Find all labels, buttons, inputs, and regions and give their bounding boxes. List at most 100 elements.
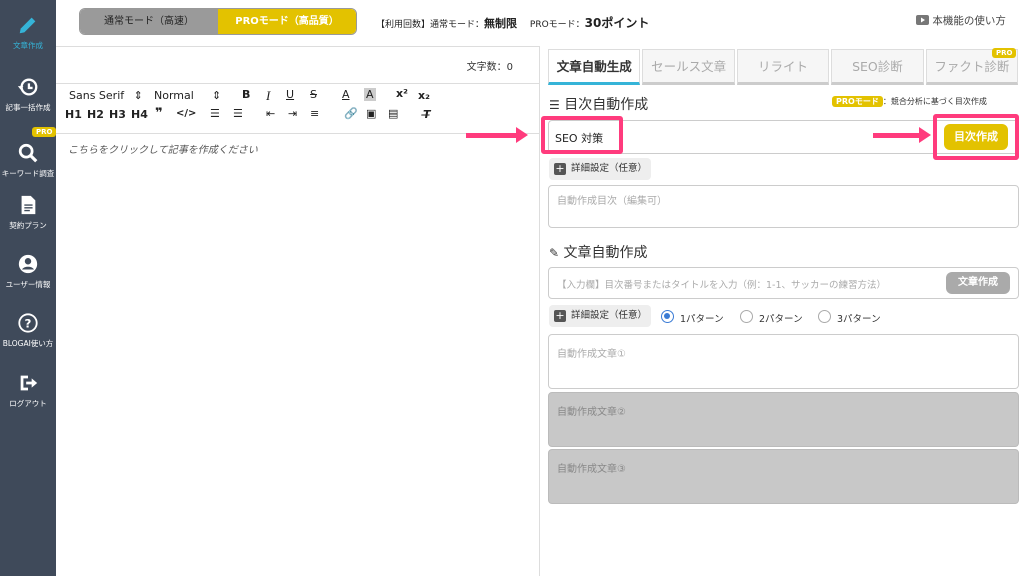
arrow-annotation [466, 127, 528, 143]
pattern-1-label: 1パターン [680, 314, 724, 325]
tab-bar: 文章自動生成 セールス文章 リライト SEO診断 ファクト診断 [548, 49, 1019, 85]
text-color-icon[interactable]: A [342, 88, 350, 101]
sidebar-item-label: ユーザー情報 [5, 280, 51, 289]
article-detail-settings-button[interactable]: + 詳細設定（任意） [549, 305, 651, 327]
pattern-1-radio[interactable] [661, 310, 674, 323]
sidebar-item-logout[interactable]: ログアウト [0, 372, 56, 409]
howto-link[interactable]: 本機能の使い方 [916, 13, 1006, 28]
sidebar-item-label: 文章作成 [13, 41, 43, 50]
toc-output-placeholder: 自動作成目次（編集可） [557, 196, 667, 207]
sidebar: 文章作成 記事一括作成 PRO キーワード調査 契約プラン ユーザー情報 ? B… [0, 0, 57, 576]
indent-icon[interactable]: ⇥ [288, 107, 297, 120]
link-icon[interactable]: 🔗 [344, 107, 358, 120]
toc-title-text: 目次自動作成 [564, 97, 649, 113]
h2-button[interactable]: H2 [87, 108, 104, 121]
usage-normal-value: 無制限 [484, 17, 518, 30]
list-icon: ☰ [549, 98, 560, 112]
font-select-value: Sans Serif [69, 89, 125, 102]
pro-note-text: ：競合分析に基づく目次作成 [882, 97, 987, 106]
svg-text:?: ? [25, 317, 32, 331]
char-count: 文字数：0 [466, 62, 513, 73]
article-create-button[interactable]: 文章作成 [946, 272, 1010, 294]
quote-icon[interactable]: ❞ [155, 106, 163, 121]
sidebar-item-keyword[interactable]: キーワード調査 [0, 142, 56, 179]
underline-icon[interactable]: U [286, 88, 294, 101]
sidebar-item-bulk[interactable]: 記事一括作成 [0, 76, 56, 113]
pro-badge: PRO [32, 127, 57, 137]
pattern-3-label: 3パターン [837, 314, 881, 325]
logout-icon [20, 375, 38, 391]
font-select[interactable]: Sans Serif ⇕ [69, 89, 143, 102]
video-icon [916, 15, 929, 25]
editor-placeholder[interactable]: こちらをクリックして記事を作成ください [68, 141, 258, 156]
tab-seo-diagnosis[interactable]: SEO診断 [831, 49, 924, 85]
mode-switch: 通常モード（高速） PROモード（高品質） [79, 8, 357, 35]
bg-color-icon[interactable]: A [364, 88, 376, 101]
plus-icon: + [554, 162, 566, 175]
history-icon [17, 78, 38, 96]
italic-icon[interactable]: I [266, 88, 270, 104]
image-icon[interactable]: ▣ [366, 107, 376, 120]
h3-button[interactable]: H3 [109, 108, 126, 121]
sidebar-item-label: BLOGAI使い方 [2, 339, 54, 348]
bullet-list-icon[interactable]: ☰ [233, 107, 243, 120]
sidebar-item-plan[interactable]: 契約プラン [0, 194, 56, 231]
arrow-annotation [873, 127, 931, 143]
size-select-value: Normal [154, 89, 194, 102]
mode-pro-button[interactable]: PROモード（高品質） [218, 9, 356, 34]
align-icon[interactable]: ≡ [310, 107, 319, 120]
video-icon[interactable]: ▤ [388, 107, 398, 120]
help-icon: ? [18, 313, 38, 333]
article-detail-settings-label: 詳細設定（任意） [571, 310, 648, 321]
h4-button[interactable]: H4 [131, 108, 148, 121]
strike-icon[interactable]: S [310, 88, 317, 101]
usage-pro-label: PROモード： [529, 20, 585, 30]
toc-detail-settings-button[interactable]: + 詳細設定（任意） [549, 158, 651, 180]
search-icon [18, 143, 38, 163]
sidebar-item-label: キーワード調査 [1, 169, 55, 178]
pro-note: PROモード ：競合分析に基づく目次作成 [832, 96, 987, 107]
article-title-text: 文章自動作成 [563, 245, 648, 261]
chevron-updown-icon[interactable]: ⇕ [212, 89, 221, 102]
usage-label: 【利用回数】通常モード： [376, 20, 485, 30]
tab-rewrite[interactable]: リライト [736, 49, 830, 85]
pattern-3-radio[interactable] [818, 310, 831, 323]
pattern-2-label: 2パターン [759, 314, 803, 325]
article-output-2[interactable] [548, 392, 1019, 447]
pattern-2-radio[interactable] [740, 310, 753, 323]
chevron-updown-icon: ⇕ [133, 89, 143, 102]
pencil-icon [19, 17, 36, 34]
ordered-list-icon[interactable]: ☰ [210, 107, 220, 120]
article-output-3[interactable] [548, 449, 1019, 504]
bold-icon[interactable]: B [242, 88, 250, 101]
howto-label: 本機能の使い方 [932, 15, 1006, 27]
usage-pro-value: 30ポイント [584, 16, 650, 30]
document-icon [21, 195, 36, 215]
article-output-3-placeholder: 自動作成文章③ [557, 464, 626, 475]
h1-button[interactable]: H1 [65, 108, 82, 121]
tab-article-generation[interactable]: 文章自動生成 [548, 49, 641, 85]
highlight-box [933, 114, 1019, 160]
subscript-icon[interactable]: x₂ [418, 89, 430, 102]
superscript-icon[interactable]: x² [396, 87, 408, 100]
code-icon[interactable]: </> [176, 108, 196, 119]
pro-badge: PRO [992, 48, 1017, 58]
sidebar-item-article[interactable]: 文章作成 [0, 14, 56, 51]
sidebar-item-label: 記事一括作成 [5, 103, 51, 112]
article-input-placeholder: 【入力欄】目次番号またはタイトルを入力（例：1-1、サッカーの練習方法） [557, 280, 887, 291]
magic-wand-icon: ✎ [549, 246, 560, 260]
mode-normal-button[interactable]: 通常モード（高速） [80, 9, 218, 34]
article-output-1[interactable] [548, 334, 1019, 389]
article-output-2-placeholder: 自動作成文章② [557, 407, 626, 418]
size-select[interactable]: Normal [154, 89, 194, 102]
sidebar-item-user[interactable]: ユーザー情報 [0, 253, 56, 290]
outdent-icon[interactable]: ⇤ [266, 107, 275, 120]
tab-sales-copy[interactable]: セールス文章 [642, 49, 735, 85]
sidebar-item-howto[interactable]: ? BLOGAI使い方 [0, 312, 56, 349]
toc-section-title: ☰ 目次自動作成 [549, 94, 648, 114]
toc-detail-settings-label: 詳細設定（任意） [571, 163, 648, 174]
user-icon [18, 254, 38, 274]
clear-format-icon[interactable]: T̶ [423, 108, 431, 121]
article-section-title: ✎ 文章自動作成 [549, 242, 648, 262]
editor-panel: 文字数：0 [56, 46, 540, 576]
